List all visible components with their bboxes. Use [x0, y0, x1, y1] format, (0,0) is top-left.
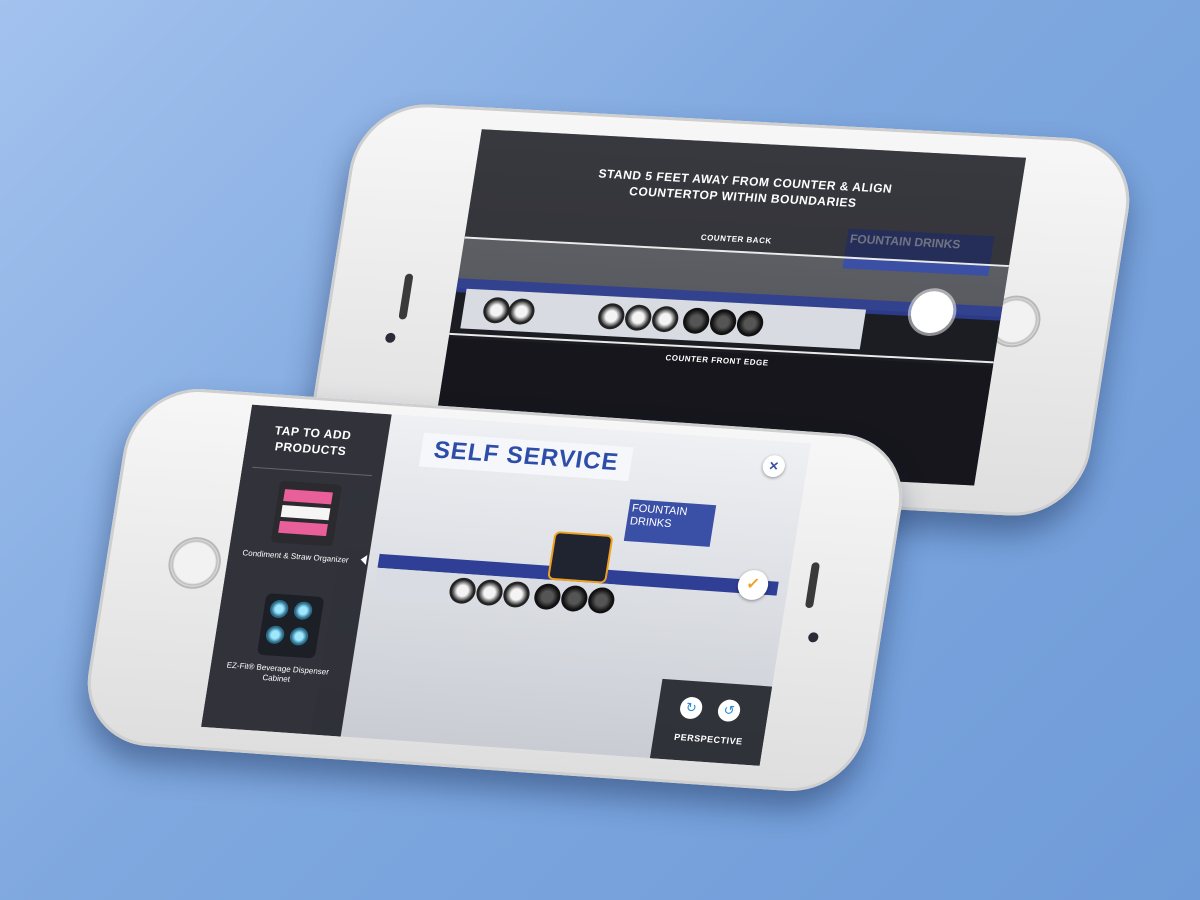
front-camera — [807, 632, 820, 643]
close-icon: ✕ — [767, 458, 780, 474]
check-icon: ✓ — [745, 575, 762, 594]
product-label: Condiment & Straw Organizer — [241, 548, 350, 565]
condiment-organizer-image — [270, 480, 343, 547]
speaker-grille — [398, 273, 414, 320]
rotate-left-button[interactable]: ↻ — [678, 696, 704, 720]
product-label: EZ-Fit® Beverage Dispenser Cabinet — [226, 660, 330, 684]
front-camera — [384, 332, 397, 344]
home-button[interactable] — [164, 535, 225, 591]
product-item-condiment-organizer[interactable]: Condiment & Straw Organizer — [233, 477, 378, 585]
close-button[interactable]: ✕ — [761, 454, 787, 478]
front-screen: SELF SERVICE FOUNTAIN DRINKS TAP TO ADD … — [201, 404, 811, 766]
rotate-right-icon: ↺ — [722, 702, 736, 718]
fountain-drinks-sign: FOUNTAIN DRINKS — [623, 499, 717, 547]
chevron-left-icon — [359, 554, 368, 565]
confirm-button[interactable]: ✓ — [735, 569, 771, 601]
divider — [252, 466, 372, 477]
rotate-right-button[interactable]: ↺ — [716, 698, 742, 723]
perspective-panel: ↻ ↺ PERSPECTIVE — [649, 678, 773, 766]
panel-title: TAP TO ADD PRODUCTS — [273, 423, 353, 459]
rotate-left-icon: ↻ — [684, 699, 698, 716]
product-item-beverage-cabinet[interactable]: EZ-Fit® Beverage Dispenser Cabinet — [215, 589, 360, 697]
front-phone: SELF SERVICE FOUNTAIN DRINKS TAP TO ADD … — [77, 384, 913, 796]
speaker-grille — [804, 562, 821, 609]
perspective-label: PERSPECTIVE — [673, 731, 744, 747]
placed-product-cabinet[interactable] — [547, 531, 614, 584]
beverage-cabinet-image — [256, 593, 325, 659]
